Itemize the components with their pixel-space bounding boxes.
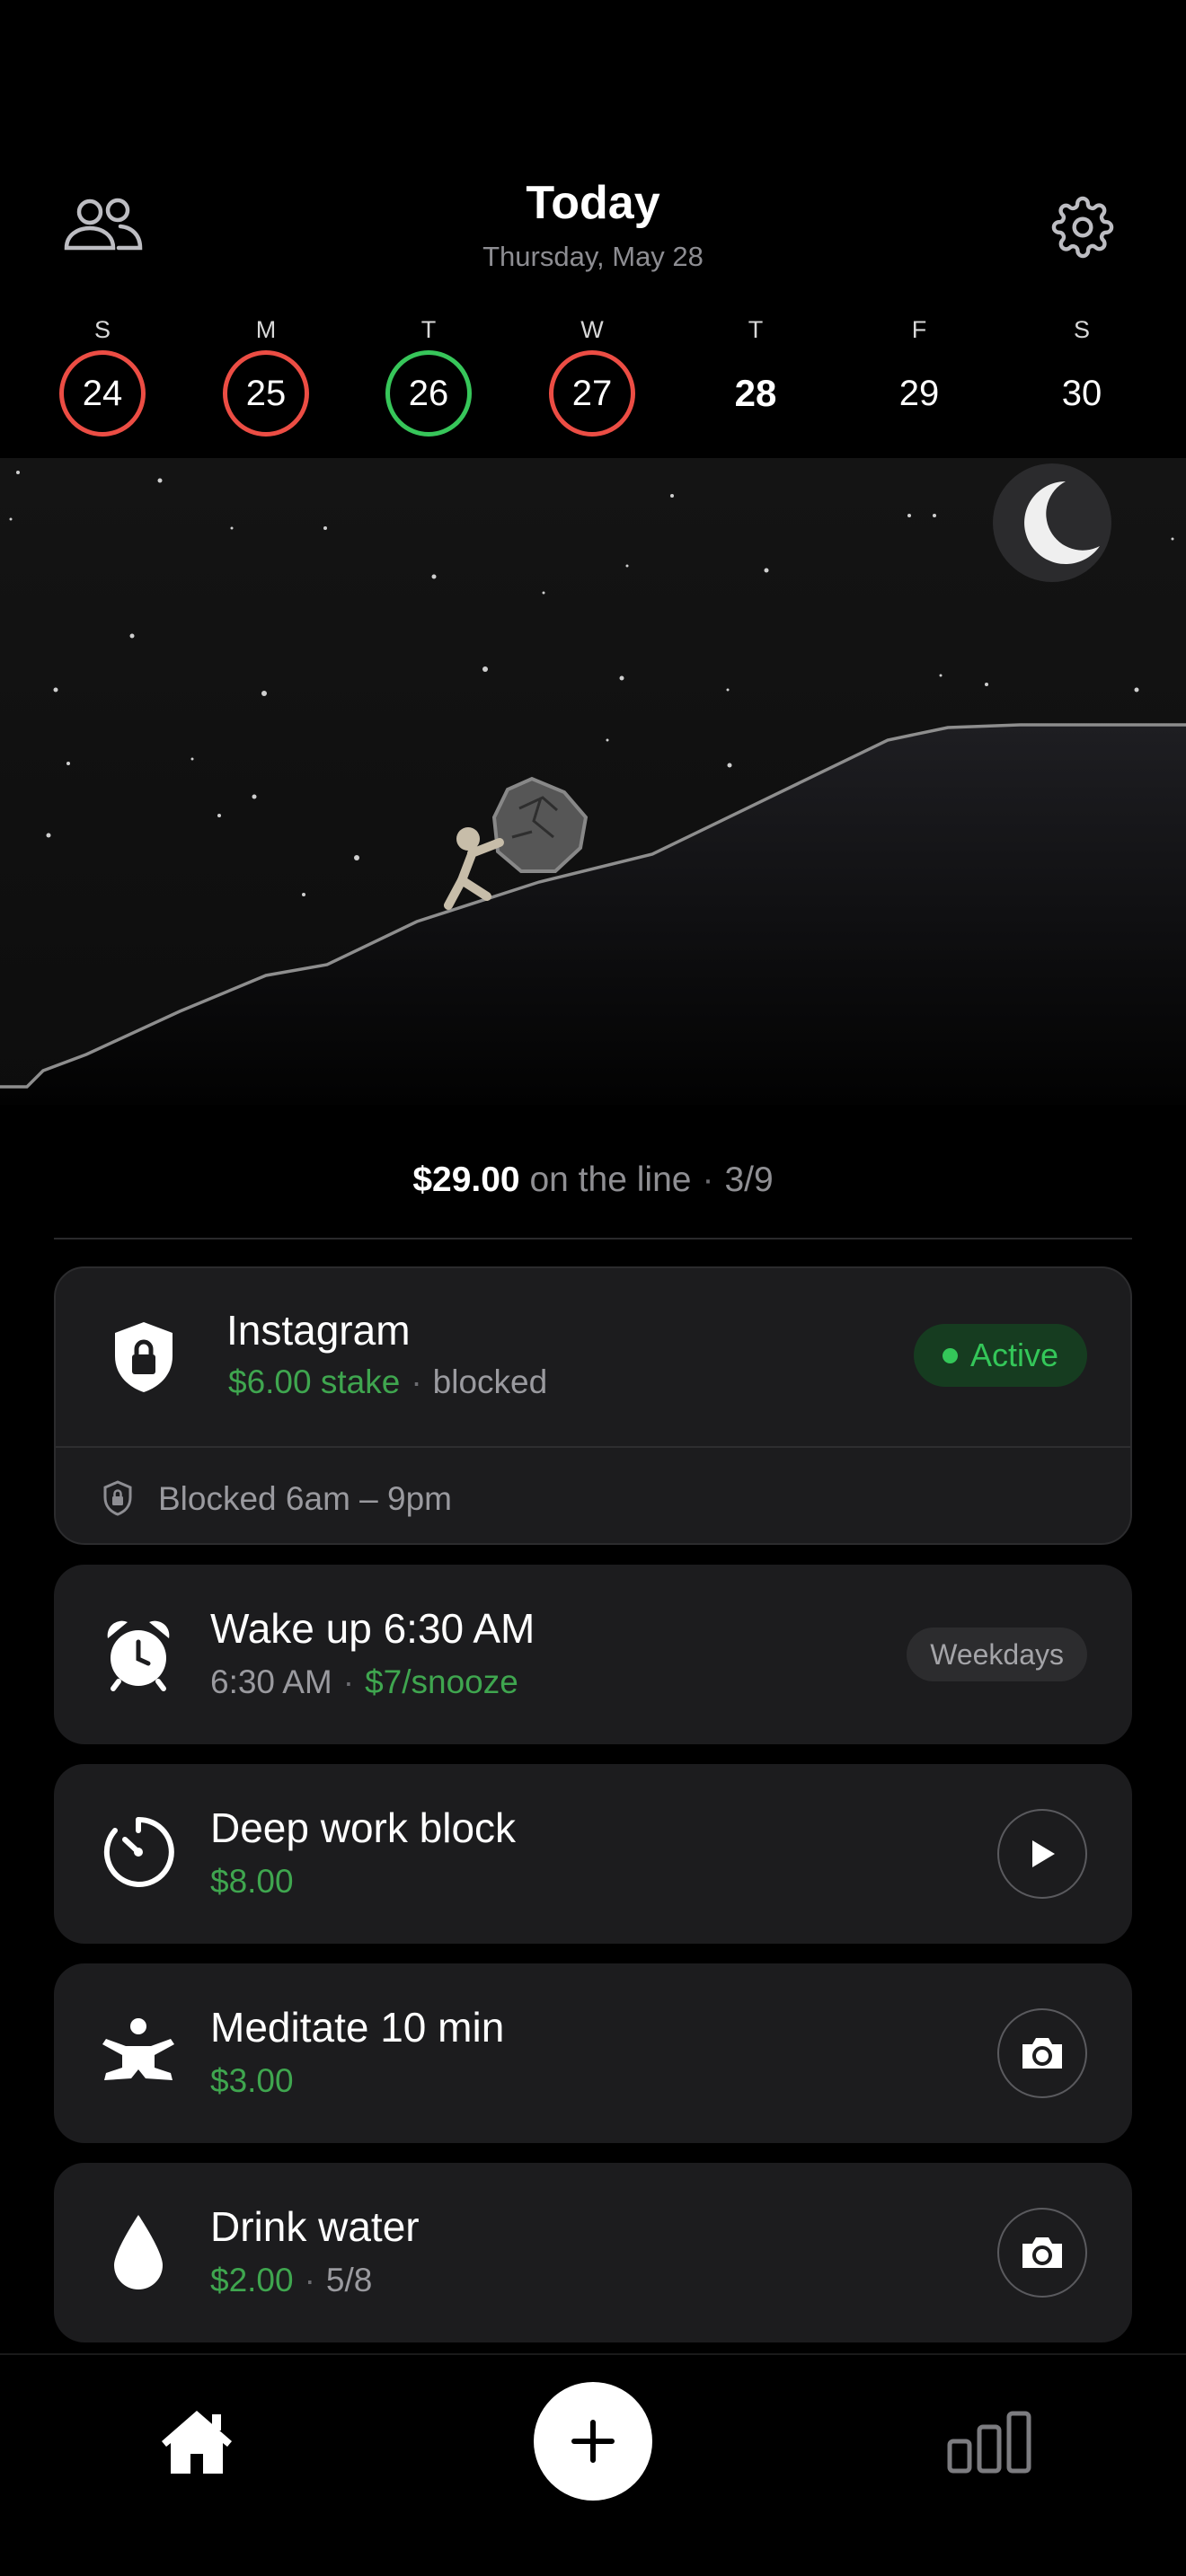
day-mon[interactable]: M 25 — [221, 314, 311, 437]
day-letter: W — [580, 316, 604, 343]
card-title: Wake up 6:30 AM — [210, 1605, 535, 1652]
alarm-clock-icon — [107, 1620, 170, 1691]
day-letter: T — [748, 316, 764, 343]
card-subtitle: $6.00 stake · blocked — [228, 1363, 548, 1400]
block-state: blocked — [432, 1363, 548, 1400]
small-shield-icon — [103, 1480, 132, 1516]
card-subtitle: $2.00 · 5/8 — [210, 2262, 373, 2298]
day-fri[interactable]: F 29 — [874, 314, 964, 437]
day-number: 26 — [385, 350, 472, 437]
bar-chart-icon[interactable] — [947, 2411, 1031, 2474]
progress-hill-scene — [0, 458, 1186, 1105]
stake-amount: $3.00 — [210, 2062, 294, 2099]
stake-amount: $6.00 stake — [228, 1363, 401, 1400]
day-number: 25 — [223, 350, 309, 437]
tabbar-divider — [0, 2353, 1186, 2355]
day-letter: S — [1073, 316, 1090, 343]
status-dot — [942, 1347, 958, 1363]
photo-proof-button[interactable] — [997, 2008, 1087, 2098]
drink-water-card[interactable]: Drink water $2.00 · 5/8 — [54, 2163, 1132, 2342]
shield-lock-icon — [115, 1322, 173, 1392]
card-title: Instagram — [226, 1307, 411, 1354]
schedule-badge: Weekdays — [907, 1628, 1087, 1681]
plus-icon — [571, 2420, 615, 2463]
day-letter: S — [93, 316, 111, 343]
wake-up-card[interactable]: Wake up 6:30 AM 6:30 AM · $7/snooze Weekda… — [54, 1565, 1132, 1744]
add-button[interactable] — [534, 2382, 652, 2501]
day-number-today: 28 — [734, 372, 777, 414]
card-divider — [56, 1446, 1130, 1448]
meditate-card[interactable]: Meditate 10 min $3.00 — [54, 1963, 1132, 2143]
status-badge: Active — [913, 1324, 1087, 1387]
divider — [54, 1238, 1132, 1239]
day-letter: T — [420, 316, 437, 343]
start-button[interactable] — [997, 1809, 1087, 1899]
stake-summary: $29.00 on the line · 3/9 — [412, 1160, 774, 1199]
card-title: Drink water — [210, 2203, 420, 2250]
meditation-icon — [102, 2018, 174, 2080]
card-title: Deep work block — [210, 1804, 517, 1851]
card-subtitle: 6:30 AM · $7/snooze — [210, 1663, 518, 1700]
status-badge-label: Active — [969, 1337, 1058, 1373]
block-schedule: Blocked 6am – 9pm — [158, 1480, 453, 1517]
snooze-penalty: $7/snooze — [365, 1663, 518, 1700]
day-wed[interactable]: W 27 — [547, 314, 637, 437]
day-letter: F — [911, 316, 927, 343]
day-number: 30 — [1061, 373, 1102, 413]
water-progress: 5/8 — [325, 2262, 373, 2298]
card-title: Meditate 10 min — [210, 2004, 505, 2051]
day-number: 24 — [59, 350, 146, 437]
deep-work-card[interactable]: Deep work block $8.00 — [54, 1764, 1132, 1944]
gear-icon[interactable] — [1051, 196, 1114, 259]
day-sun[interactable]: S 24 — [58, 314, 147, 437]
day-thu[interactable]: T 28 — [711, 314, 801, 437]
day-number: 29 — [898, 373, 940, 413]
stake-label: on the line — [529, 1160, 692, 1199]
page-title: Today — [526, 177, 660, 229]
day-tue[interactable]: T 26 — [384, 314, 474, 437]
day-sat[interactable]: S 30 — [1037, 314, 1127, 437]
alarm-time: 6:30 AM — [210, 1663, 332, 1700]
home-icon[interactable] — [158, 2407, 235, 2475]
play-icon — [1032, 1840, 1055, 1867]
day-number: 27 — [549, 350, 635, 437]
moon-icon — [993, 463, 1111, 582]
camera-icon — [1022, 2237, 1062, 2268]
instagram-card[interactable]: Instagram $6.00 stake · blocked Active Blo… — [54, 1266, 1132, 1545]
stake-progress: 3/9 — [724, 1160, 774, 1199]
page-subtitle: Thursday, May 28 — [482, 241, 704, 272]
stake-total: $29.00 — [412, 1160, 520, 1199]
stake-amount: $2.00 — [210, 2262, 294, 2298]
photo-proof-button[interactable] — [997, 2208, 1087, 2298]
stake-amount: $8.00 — [210, 1863, 294, 1900]
camera-icon — [1022, 2038, 1062, 2069]
timer-icon — [103, 1816, 174, 1887]
day-letter: M — [255, 316, 277, 343]
water-drop-icon — [114, 2215, 163, 2289]
